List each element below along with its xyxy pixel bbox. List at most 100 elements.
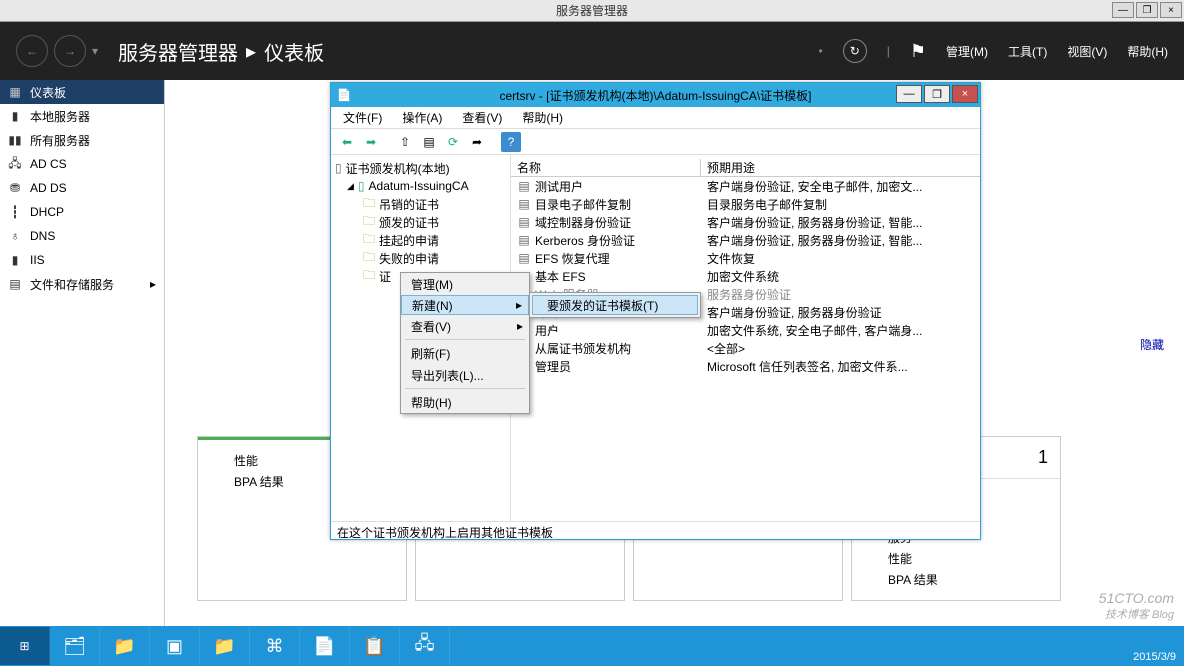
ctx-refresh[interactable]: 刷新(F) bbox=[401, 342, 529, 364]
sidebar-item-dhcp[interactable]: ┇ DHCP bbox=[0, 200, 164, 224]
taskbar-clock[interactable]: 2015/3/9 bbox=[1133, 650, 1176, 664]
list-item[interactable]: ▤测试用户客户端身份验证, 安全电子邮件, 加密文... bbox=[511, 177, 980, 195]
toolbar-back-button[interactable]: ⬅ bbox=[337, 132, 357, 152]
ctx-sub-template[interactable]: 要颁发的证书模板(T) bbox=[532, 295, 698, 315]
taskbar-button[interactable]: 📁 bbox=[100, 627, 150, 665]
sidebar-item-file-storage[interactable]: ▤文件和存储服务▸ bbox=[0, 272, 164, 296]
menu-tools[interactable]: 工具(T) bbox=[1008, 43, 1047, 60]
menu-help[interactable]: 帮助(H) bbox=[516, 107, 569, 128]
ctx-help[interactable]: 帮助(H) bbox=[401, 391, 529, 413]
list-item-name: EFS 恢复代理 bbox=[535, 250, 610, 267]
menu-view[interactable]: 视图(V) bbox=[1067, 43, 1107, 60]
tree-node-failed[interactable]: 🗀失败的申请 bbox=[335, 249, 506, 267]
dns-icon: ♁ bbox=[8, 229, 22, 243]
tree-ca[interactable]: ◢▯Adatum-IssuingCA bbox=[335, 177, 506, 195]
taskbar-button[interactable]: 🖧 bbox=[400, 627, 450, 665]
ctx-view[interactable]: 查看(V)▸ bbox=[401, 315, 529, 337]
list-item[interactable]: ▤管理员Microsoft 信任列表签名, 加密文件系... bbox=[511, 357, 980, 375]
toolbar-forward-button[interactable]: ➡ bbox=[361, 132, 381, 152]
sidebar-item-dashboard[interactable]: ▦仪表板 bbox=[0, 80, 164, 104]
sidebar: ▦仪表板 ▮本地服务器 ▮▮所有服务器 🖧AD CS ⛃AD DS ┇DHCP … bbox=[0, 80, 165, 626]
taskbar-button[interactable]: 📄 bbox=[300, 627, 350, 665]
nav-forward-button[interactable]: → bbox=[54, 35, 86, 67]
taskbar-button[interactable]: ⌘ bbox=[250, 627, 300, 665]
list-item-purpose: 文件恢复 bbox=[701, 250, 980, 267]
list-item-purpose: <全部> bbox=[701, 340, 980, 357]
certsrv-title: certsrv - [证书颁发机构(本地)\Adatum-IssuingCA\证… bbox=[499, 87, 811, 104]
taskbar-button[interactable]: 📋 bbox=[350, 627, 400, 665]
list-item[interactable]: ▤Kerberos 身份验证客户端身份验证, 服务器身份验证, 智能... bbox=[511, 231, 980, 249]
taskbar-button[interactable]: 📁 bbox=[200, 627, 250, 665]
taskbar-button[interactable]: ⊞ bbox=[0, 627, 50, 665]
dhcp-icon: ┇ bbox=[8, 205, 22, 219]
toolbar-refresh-button[interactable]: ⟳ bbox=[443, 132, 463, 152]
sidebar-item-dns[interactable]: ♁ DNS bbox=[0, 224, 164, 248]
main-maximize-button[interactable]: ❐ bbox=[1136, 2, 1158, 18]
certsrv-titlebar[interactable]: 📄 certsrv - [证书颁发机构(本地)\Adatum-IssuingCA… bbox=[331, 83, 980, 107]
toolbar-up-button[interactable]: ⇧ bbox=[395, 132, 415, 152]
list-item-purpose: 客户端身份验证, 服务器身份验证, 智能... bbox=[701, 214, 980, 231]
menu-action[interactable]: 操作(A) bbox=[396, 107, 448, 128]
context-menu: 管理(M) 新建(N)▸ 查看(V)▸ 刷新(F) 导出列表(L)... 帮助(… bbox=[400, 272, 530, 414]
sidebar-item-adds[interactable]: ⛃AD DS bbox=[0, 176, 164, 200]
tree-node-issued[interactable]: 🗀颁发的证书 bbox=[335, 213, 506, 231]
list-item-name: 管理员 bbox=[535, 358, 571, 375]
hide-link[interactable]: 隐藏 bbox=[1140, 336, 1164, 353]
certsrv-app-icon: 📄 bbox=[335, 86, 353, 104]
certsrv-statusbar: 在这个证书颁发机构上启用其他证书模板 bbox=[331, 521, 980, 541]
notifications-flag-icon[interactable]: ⚑ bbox=[910, 41, 926, 62]
sidebar-item-label: 仪表板 bbox=[30, 84, 66, 101]
sidebar-item-label: IIS bbox=[30, 253, 45, 267]
server-icon: ▮ bbox=[8, 109, 22, 123]
menu-help[interactable]: 帮助(H) bbox=[1127, 43, 1168, 60]
list-item-purpose: 服务器身份验证 bbox=[701, 286, 980, 303]
sidebar-item-all-servers[interactable]: ▮▮所有服务器 bbox=[0, 128, 164, 152]
list-item[interactable]: ▤域控制器身份验证客户端身份验证, 服务器身份验证, 智能... bbox=[511, 213, 980, 231]
sidebar-item-local-server[interactable]: ▮本地服务器 bbox=[0, 104, 164, 128]
column-purpose[interactable]: 预期用途 bbox=[701, 159, 980, 176]
sidebar-item-iis[interactable]: ▮IIS bbox=[0, 248, 164, 272]
list-item[interactable]: ▤用户加密文件系统, 安全电子邮件, 客户端身... bbox=[511, 321, 980, 339]
certificate-template-icon: ▤ bbox=[517, 251, 531, 265]
breadcrumb-root[interactable]: 服务器管理器 bbox=[118, 37, 238, 66]
toolbar-properties-button[interactable]: ▤ bbox=[419, 132, 439, 152]
ctx-manage[interactable]: 管理(M) bbox=[401, 273, 529, 295]
list-item[interactable]: ▤基本 EFS加密文件系统 bbox=[511, 267, 980, 285]
ctx-export[interactable]: 导出列表(L)... bbox=[401, 364, 529, 386]
win-maximize-button[interactable]: ❐ bbox=[924, 85, 950, 103]
tree-node-revoked[interactable]: 🗀吊销的证书 bbox=[335, 195, 506, 213]
submenu-arrow-icon: ▸ bbox=[517, 319, 523, 333]
toolbar-help-button[interactable]: ? bbox=[501, 132, 521, 152]
sidebar-item-label: DHCP bbox=[30, 205, 64, 219]
list-item[interactable]: ▤ EFS 恢复代理 文件恢复 bbox=[511, 249, 980, 267]
tile-count: 1 bbox=[1038, 447, 1048, 468]
sidebar-item-adcs[interactable]: 🖧AD CS bbox=[0, 152, 164, 176]
tree-root[interactable]: ▯证书颁发机构(本地) bbox=[335, 159, 506, 177]
list-item[interactable]: ▤从属证书颁发机构<全部> bbox=[511, 339, 980, 357]
breadcrumb-separator: ▸ bbox=[246, 39, 256, 64]
list-item[interactable]: ▤目录电子邮件复制目录服务电子邮件复制 bbox=[511, 195, 980, 213]
main-minimize-button[interactable]: — bbox=[1112, 2, 1134, 18]
list-item-name: 测试用户 bbox=[535, 178, 583, 195]
submenu-arrow-icon: ▸ bbox=[516, 298, 522, 312]
tree-node-pending[interactable]: 🗀挂起的申请 bbox=[335, 231, 506, 249]
win-minimize-button[interactable]: — bbox=[896, 85, 922, 103]
refresh-button[interactable]: ↻ bbox=[843, 39, 867, 63]
win-close-button[interactable]: × bbox=[952, 85, 978, 103]
list-item-purpose: 客户端身份验证, 安全电子邮件, 加密文... bbox=[701, 178, 980, 195]
menu-manage[interactable]: 管理(M) bbox=[946, 43, 988, 60]
taskbar-button[interactable]: 🗂 bbox=[50, 627, 100, 665]
toolbar-export-button[interactable]: ➦ bbox=[467, 132, 487, 152]
list-item-purpose: 客户端身份验证, 服务器身份验证, 智能... bbox=[701, 232, 980, 249]
breadcrumb-current: 仪表板 bbox=[264, 37, 324, 66]
ctx-new[interactable]: 新建(N)▸ bbox=[401, 295, 529, 315]
taskbar-button[interactable]: ▣ bbox=[150, 627, 200, 665]
sidebar-item-label: DNS bbox=[30, 229, 55, 243]
list-item-name: 域控制器身份验证 bbox=[535, 214, 631, 231]
column-name[interactable]: 名称 bbox=[511, 159, 701, 176]
main-close-button[interactable]: × bbox=[1160, 2, 1182, 18]
menu-view[interactable]: 查看(V) bbox=[456, 107, 508, 128]
menu-file[interactable]: 文件(F) bbox=[337, 107, 388, 128]
nav-back-button[interactable]: ← bbox=[16, 35, 48, 67]
adcs-icon: 🖧 bbox=[8, 154, 22, 175]
